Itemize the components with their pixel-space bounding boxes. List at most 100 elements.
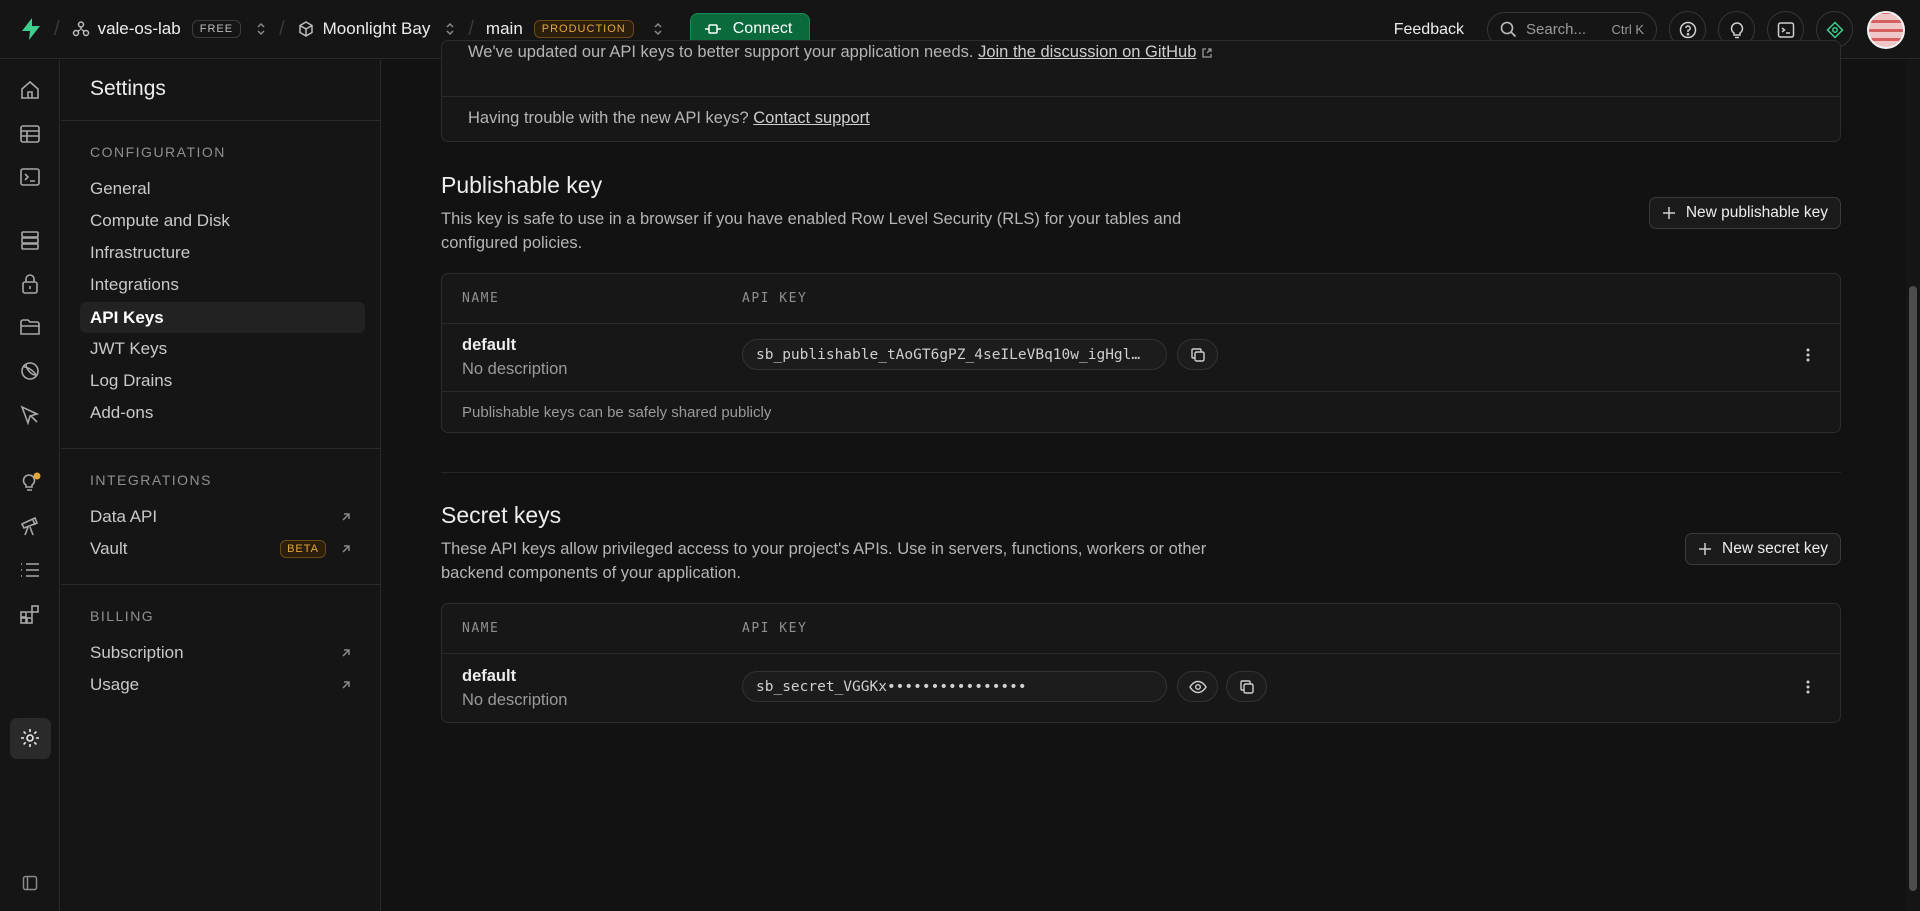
table-editor-icon[interactable]	[19, 123, 43, 147]
search-placeholder: Search...	[1526, 21, 1587, 38]
sidebar-item-label: Subscription	[90, 643, 184, 662]
secret-keys-table: NAME API KEY default No description sb_s…	[441, 603, 1841, 723]
copy-key-button[interactable]	[1226, 671, 1267, 702]
main-content: We've updated our API keys to better sup…	[381, 40, 1906, 911]
button-label: New secret key	[1722, 540, 1828, 557]
copy-icon	[1190, 347, 1206, 363]
edge-functions-icon[interactable]	[19, 404, 43, 428]
realtime-icon[interactable]	[19, 360, 43, 384]
reports-icon[interactable]	[19, 515, 43, 539]
production-badge: PRODUCTION	[533, 20, 634, 38]
branch-name: main	[485, 19, 523, 38]
scrollbar[interactable]	[1906, 60, 1920, 911]
sidebar-item-label: Usage	[90, 675, 140, 694]
database-icon[interactable]	[19, 229, 43, 253]
key-description: No description	[462, 691, 568, 709]
search-icon	[1500, 21, 1517, 38]
feedback-button[interactable]: Feedback	[1394, 21, 1464, 39]
plus-icon	[1698, 542, 1712, 556]
box-icon	[297, 20, 315, 38]
copy-icon	[1239, 679, 1255, 695]
org-icon	[72, 20, 90, 38]
contact-support-link[interactable]: Contact support	[753, 109, 869, 127]
sidebar-item-integrations[interactable]: Integrations	[90, 275, 360, 295]
plus-icon	[1662, 206, 1676, 220]
new-secret-key-button[interactable]: New secret key	[1685, 533, 1841, 565]
advisors-icon[interactable]	[19, 471, 43, 495]
more-options-icon[interactable]	[1806, 347, 1810, 363]
external-link-arrow-icon	[340, 647, 352, 659]
auth-icon[interactable]	[19, 273, 43, 297]
logs-icon[interactable]	[19, 559, 43, 583]
sidebar-item-data-api[interactable]: Data API	[90, 507, 360, 527]
external-link-icon	[1201, 47, 1213, 59]
publishable-key-value[interactable]: sb_publishable_tAoGT6gPZ_4seILeVBq10w_ig…	[742, 339, 1167, 370]
divider	[61, 584, 381, 585]
divider	[442, 96, 1840, 97]
section-heading-billing: BILLING	[90, 608, 155, 624]
project-selector[interactable]: Moonlight Bay	[297, 19, 457, 39]
sidebar-item-subscription[interactable]: Subscription	[90, 643, 360, 663]
collapse-sidebar-icon[interactable]	[22, 875, 46, 899]
divider	[61, 120, 381, 121]
key-name: default	[462, 667, 517, 685]
secret-keys-description: These API keys allow privileged access t…	[441, 540, 1207, 582]
secret-keys-title: Secret keys	[441, 502, 562, 528]
column-header-name: NAME	[462, 621, 500, 636]
key-name: default	[462, 336, 517, 354]
home-icon[interactable]	[19, 79, 43, 103]
github-discussion-link[interactable]: Join the discussion on GitHub	[978, 43, 1196, 61]
scrollbar-thumb[interactable]	[1909, 286, 1917, 891]
sidebar-item-compute-and-disk[interactable]: Compute and Disk	[90, 211, 360, 231]
reveal-key-button[interactable]	[1177, 671, 1218, 702]
separator: /	[54, 17, 60, 40]
sidebar-item-log-drains[interactable]: Log Drains	[90, 371, 360, 391]
column-header-api-key: API KEY	[742, 621, 808, 636]
logo-icon[interactable]	[20, 17, 42, 41]
divider	[442, 653, 1840, 654]
more-options-icon[interactable]	[1806, 679, 1810, 695]
org-selector[interactable]: vale-os-lab FREE	[72, 19, 268, 39]
search-shortcut: Ctrl K	[1611, 22, 1645, 37]
storage-icon[interactable]	[19, 316, 43, 340]
sidebar-item-vault[interactable]: Vault BETA	[90, 539, 360, 559]
external-link-arrow-icon	[340, 511, 352, 523]
chevrons-updown-icon	[652, 21, 664, 37]
sidebar-item-api-keys[interactable]: API Keys	[80, 302, 365, 333]
publishable-keys-note: Publishable keys can be safely shared pu…	[462, 404, 772, 421]
eye-icon	[1188, 680, 1207, 694]
publishable-keys-table: NAME API KEY default No description sb_p…	[441, 273, 1841, 433]
assistant-icon	[1825, 20, 1844, 39]
sidebar-item-label: Data API	[90, 507, 158, 526]
sidebar-item-add-ons[interactable]: Add-ons	[90, 403, 360, 423]
settings-sidebar: Settings CONFIGURATION General Compute a…	[61, 60, 381, 911]
avatar[interactable]	[1867, 10, 1905, 49]
plug-icon	[704, 22, 721, 36]
publishable-key-title: Publishable key	[441, 172, 603, 198]
section-divider	[441, 472, 1841, 473]
new-publishable-key-button[interactable]: New publishable key	[1648, 197, 1841, 229]
gear-icon[interactable]	[19, 727, 43, 751]
sidebar-item-usage[interactable]: Usage	[90, 675, 360, 695]
divider	[442, 391, 1840, 392]
section-heading-configuration: CONFIGURATION	[90, 144, 226, 160]
key-description: No description	[462, 360, 568, 378]
lightbulb-icon	[1729, 21, 1745, 39]
divider	[442, 323, 1840, 324]
help-icon	[1679, 21, 1697, 39]
terminal-icon	[1777, 21, 1795, 39]
sidebar-item-jwt-keys[interactable]: JWT Keys	[90, 339, 360, 359]
sidebar-item-general[interactable]: General	[90, 179, 360, 199]
notice-line-2: Having trouble with the new API keys? Co…	[468, 109, 870, 128]
sql-editor-icon[interactable]	[19, 166, 43, 190]
external-link-arrow-icon	[340, 543, 352, 555]
secret-key-value[interactable]: sb_secret_VGGKx••••••••••••••••	[742, 671, 1167, 702]
branch-selector[interactable]: main PRODUCTION	[486, 19, 664, 39]
notice-text: We've updated our API keys to better sup…	[468, 43, 974, 61]
integrations-icon[interactable]	[19, 603, 43, 627]
sidebar-item-infrastructure[interactable]: Infrastructure	[90, 243, 360, 263]
copy-key-button[interactable]	[1177, 339, 1218, 370]
separator: /	[279, 17, 285, 40]
sidebar-title: Settings	[90, 77, 166, 100]
divider	[61, 448, 381, 449]
